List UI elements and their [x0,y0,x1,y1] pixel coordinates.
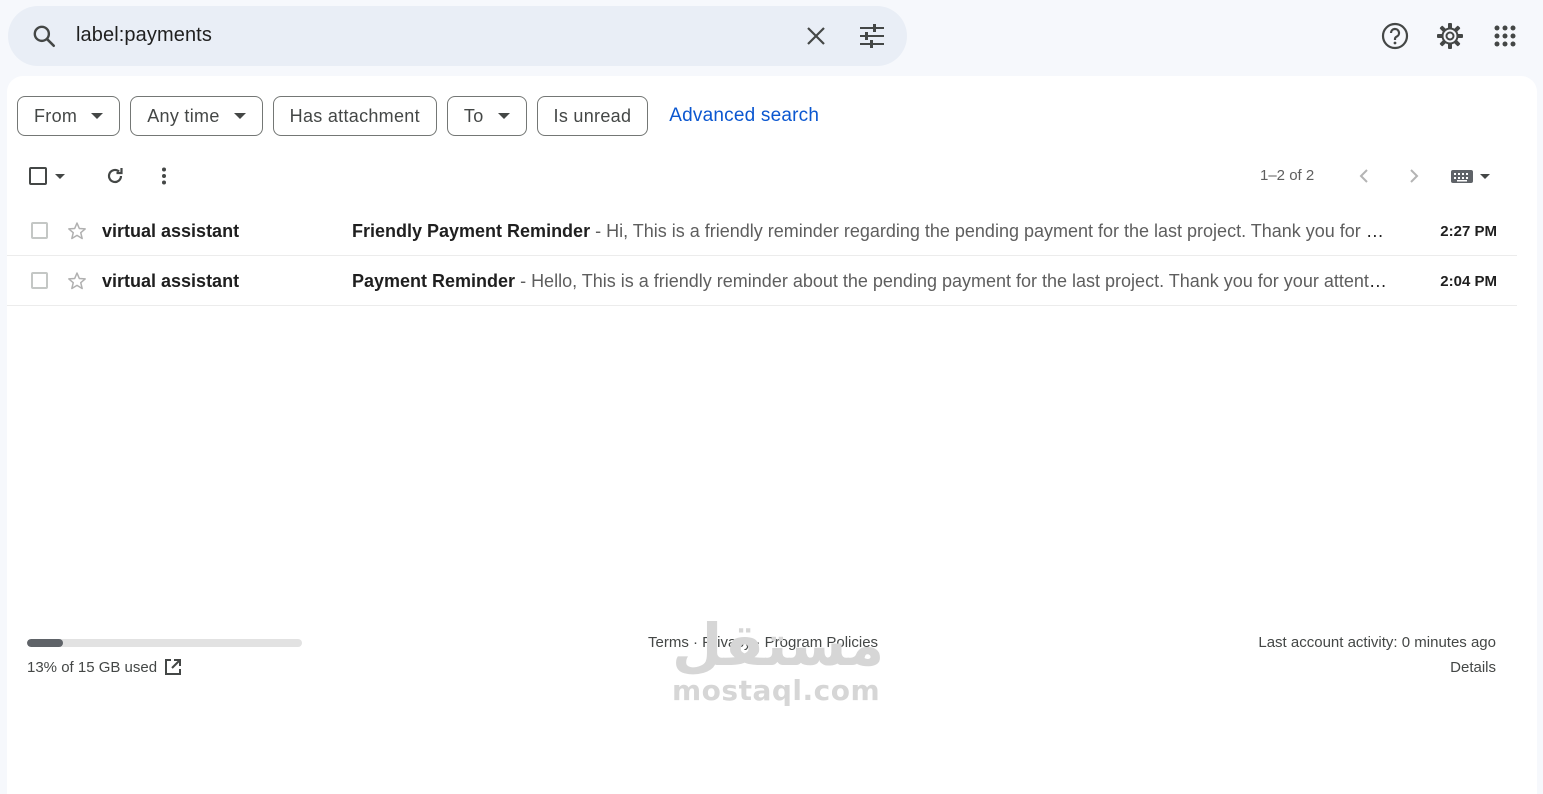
sender-name: virtual assistant [102,271,240,291]
filter-chip-any-time[interactable]: Any time [130,96,263,136]
search-bar[interactable]: label:payments [8,6,907,66]
help-icon[interactable] [1373,14,1417,58]
open-in-new-icon[interactable] [163,657,183,677]
refresh-icon[interactable] [101,164,129,188]
chip-label: Is unread [553,105,632,126]
storage-usage-text: 13% of 15 GB used [27,659,158,676]
message-subject: Friendly Payment Reminder [352,221,591,241]
row-checkbox[interactable] [31,222,48,239]
search-icon[interactable] [22,14,66,58]
filter-chip-is-unread[interactable]: Is unread [536,96,649,136]
more-options-icon[interactable] [153,164,175,188]
filter-chip-has-attachment[interactable]: Has attachment [272,96,437,136]
select-all-checkbox[interactable] [23,164,71,188]
search-filter-chips: From Any time Has attachment To Is unrea… [17,96,819,136]
sender-name: virtual assistant [102,221,240,241]
watermark-arabic-text: مستقل [672,611,885,679]
chip-label: To [463,105,484,126]
star-icon[interactable] [67,271,87,291]
list-toolbar: 1–2 of 2 [7,156,1537,196]
message-row[interactable]: virtual assistant Payment Reminder - Hel… [7,256,1517,306]
apps-grid-icon[interactable] [1483,14,1527,58]
checkbox-icon [29,167,47,185]
close-icon[interactable] [800,20,832,52]
watermark-logo: مستقل mostaql.com [672,611,885,707]
message-content: Payment Reminder - Hello, This is a frie… [352,271,1387,292]
star-icon[interactable] [67,221,87,241]
chevron-right-icon[interactable] [1402,164,1426,188]
subject-separator: - [590,221,607,241]
message-list: virtual assistant Friendly Payment Remin… [7,206,1517,306]
dropdown-arrow-icon [91,113,104,119]
input-tools-dropdown-icon[interactable] [1480,173,1490,179]
search-input[interactable]: label:payments [76,24,212,47]
select-dropdown-icon[interactable] [55,173,65,179]
chip-label: Has attachment [289,105,420,126]
storage-usage-fill [27,639,63,647]
watermark-latin-text: mostaql.com [672,674,881,707]
message-time: 2:27 PM [1440,223,1497,240]
message-subject: Payment Reminder [352,271,516,291]
last-account-activity: Last account activity: 0 minutes ago [1258,634,1496,651]
message-row[interactable]: virtual assistant Friendly Payment Remin… [7,206,1517,256]
filter-chip-from[interactable]: From [17,96,121,136]
tune-icon[interactable] [856,20,888,52]
message-content: Friendly Payment Reminder - Hi, This is … [352,221,1387,242]
activity-details-link[interactable]: Details [1450,659,1496,676]
storage-usage-bar [27,639,302,647]
pagination-count: 1–2 of 2 [1260,167,1315,184]
dropdown-arrow-icon [233,113,246,119]
message-snippet: Hi, This is a friendly reminder regardin… [606,221,1387,241]
filter-chip-to[interactable]: To [446,96,527,136]
message-time: 2:04 PM [1440,273,1497,290]
advanced-search-link[interactable]: Advanced search [669,105,819,127]
chevron-left-icon[interactable] [1352,164,1376,188]
input-tools-keyboard-icon[interactable] [1447,164,1493,188]
settings-gear-icon[interactable] [1428,14,1472,58]
message-snippet: Hello, This is a friendly reminder about… [531,271,1387,291]
dropdown-arrow-icon [497,113,510,119]
subject-separator: - [515,271,532,291]
top-bar: label:payments [0,0,1543,72]
row-checkbox[interactable] [31,272,48,289]
chip-label: From [34,105,78,126]
chip-label: Any time [147,105,220,126]
